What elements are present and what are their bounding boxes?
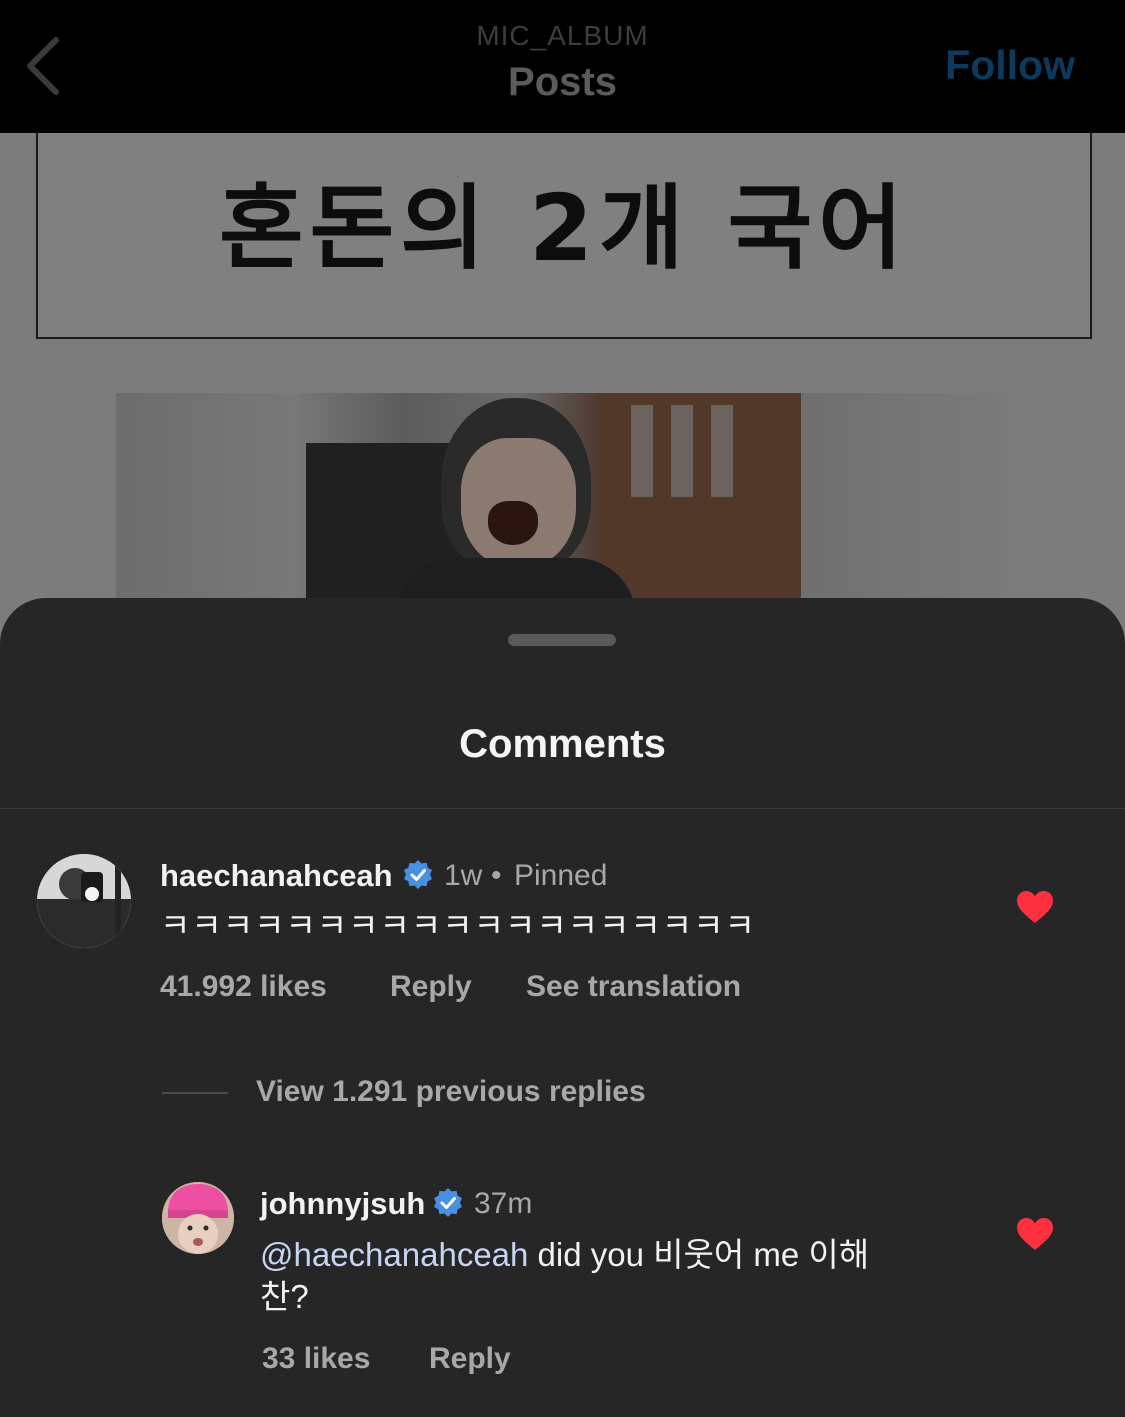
reply-text: @haechanahceah did you 비웃어 me 이해 찬? (260, 1234, 960, 1318)
view-previous-replies-button[interactable]: View 1.291 previous replies (256, 1075, 646, 1109)
reply-time: 37m (474, 1187, 533, 1220)
heart-icon[interactable] (1016, 1217, 1054, 1251)
heart-icon[interactable] (1016, 890, 1054, 924)
reply-button[interactable]: Reply (390, 970, 472, 1004)
reply-likes[interactable]: 33 likes (262, 1342, 370, 1376)
verified-badge-icon (434, 1188, 462, 1217)
comment-text: ㅋㅋㅋㅋㅋㅋㅋㅋㅋㅋㅋㅋㅋㅋㅋㅋㅋㅋㅋ (160, 907, 756, 944)
post-banner-text: 혼돈의 2개 국어 (219, 174, 909, 282)
comment-time: 1w (444, 859, 483, 892)
verified-badge-icon (404, 860, 432, 889)
pinned-label: Pinned (514, 859, 608, 892)
follow-button[interactable]: Follow (945, 42, 1075, 89)
top-navigation-bar: MIC_ALBUM Posts Follow (0, 0, 1125, 133)
see-translation-button[interactable]: See translation (526, 970, 741, 1004)
thread-line (162, 1092, 228, 1094)
mention-link[interactable]: @haechanahceah (260, 1236, 528, 1273)
comments-title: Comments (459, 722, 666, 766)
post-content: 혼돈의 2개 국어 (0, 133, 1125, 653)
drag-handle[interactable] (508, 634, 616, 646)
reply-text-line2: 찬? (260, 1278, 309, 1315)
avatar[interactable] (162, 1182, 234, 1254)
image-person-mouth (488, 501, 538, 545)
instagram-post-comments-screen: MIC_ALBUM Posts Follow 혼돈의 2개 국어 Comment… (0, 0, 1125, 1417)
reply-username[interactable]: johnnyjsuh (260, 1186, 425, 1222)
meta-separator: • (491, 859, 502, 892)
comment-username[interactable]: haechanahceah (160, 858, 393, 894)
comments-sheet: Comments haechanahceah 1w • Pinned ㅋㅋㅋㅋㅋ… (0, 598, 1125, 1417)
post-banner: 혼돈의 2개 국어 (36, 133, 1092, 339)
comment-likes[interactable]: 41.992 likes (160, 970, 327, 1004)
divider (0, 808, 1125, 809)
avatar[interactable] (37, 854, 131, 948)
reply-button[interactable]: Reply (429, 1342, 511, 1376)
reply-text-line1: did you 비웃어 me 이해 (528, 1236, 870, 1273)
